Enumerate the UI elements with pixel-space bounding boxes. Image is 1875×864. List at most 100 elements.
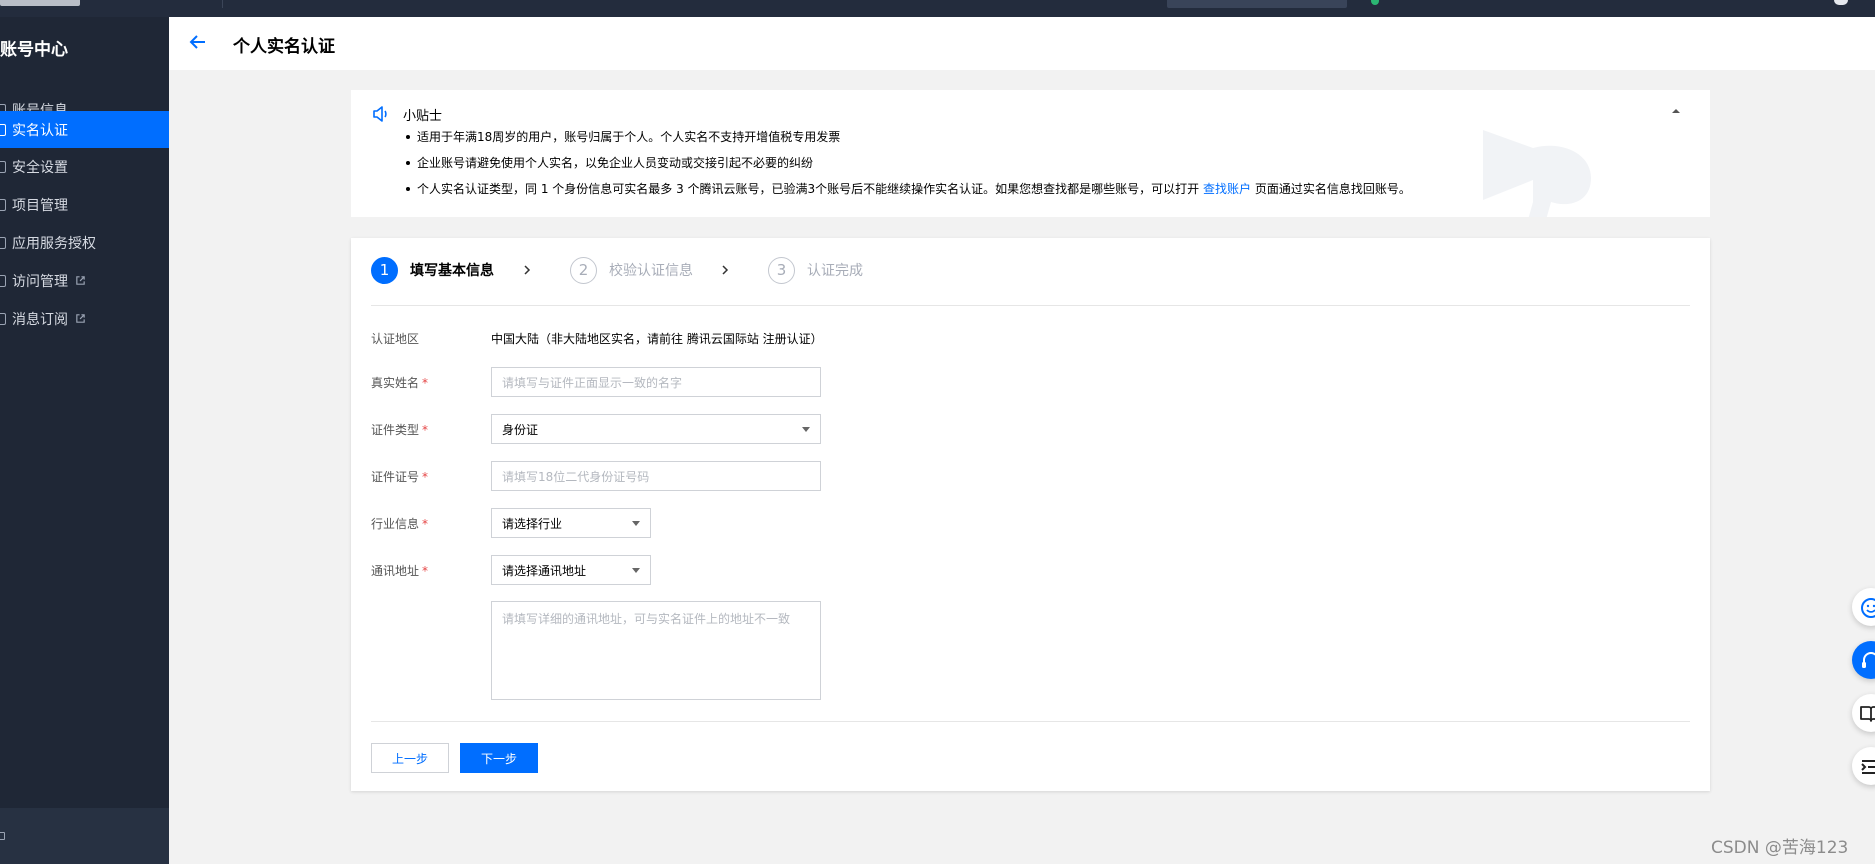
sidebar-item-app-authorization[interactable]: 应用服务授权: [0, 224, 169, 261]
folder-icon: [0, 198, 6, 211]
label-text: 证件类型: [371, 423, 420, 437]
label-text: 认证地区: [371, 332, 420, 346]
address-region-select[interactable]: 请选择通讯地址: [491, 555, 651, 585]
tips-title: 小贴士: [403, 109, 443, 124]
caret-down-icon: [632, 568, 640, 573]
collapse-up-icon[interactable]: [1670, 105, 1682, 117]
name-label: 真实姓名 *: [371, 374, 428, 391]
address-label: 通讯地址 *: [371, 562, 428, 579]
step-number: 2: [570, 256, 597, 284]
id-type-select[interactable]: 身份证: [491, 414, 821, 444]
headset-icon: [1862, 652, 1875, 668]
page-header: 个人实名认证: [169, 17, 1875, 70]
id-type-label: 证件类型 *: [371, 421, 428, 438]
step-label: 填写基本信息: [410, 263, 494, 279]
tips-panel: 小贴士 适用于年满18周岁的用户，账号归属于个人。个人实名不支持开增值税专用发票…: [351, 90, 1710, 217]
step-1: 1 填写基本信息: [371, 256, 494, 284]
tip-item: 企业账号请避免使用个人实名，以免企业人员变动或交接引起不必要的纠纷: [403, 156, 1411, 182]
required-mark: *: [422, 517, 429, 531]
menu-fab[interactable]: [1852, 747, 1875, 785]
chevron-right-icon: [524, 265, 531, 275]
label-text: 行业信息: [371, 517, 420, 531]
region-label: 认证地区: [371, 330, 419, 347]
step-label: 认证完成: [807, 263, 863, 279]
stepper: 1 填写基本信息 2 校验认证信息 3 认证完成: [371, 256, 1671, 284]
real-name-input[interactable]: 请填写与证件正面显示一致的名字: [491, 367, 821, 397]
tip-text: 个人实名认证类型，同 1 个身份信息可实名最多 3 个腾讯云账号，已验满3个账号…: [417, 182, 1200, 196]
feedback-fab[interactable]: [1852, 588, 1875, 626]
tips-list: 适用于年满18周岁的用户，账号归属于个人。个人实名不支持开增值税专用发票 企业账…: [403, 130, 1411, 208]
caret-down-icon: [632, 521, 640, 526]
external-link-icon: [76, 276, 85, 285]
sidebar-item-label: 项目管理: [12, 197, 68, 214]
next-step-button[interactable]: 下一步: [460, 743, 538, 773]
region-value: 中国大陆（非大陆地区实名，请前往 腾讯云国际站 注册认证）: [491, 332, 823, 346]
chevron-right-icon: [722, 265, 729, 275]
required-mark: *: [422, 423, 429, 437]
page-title: 个人实名认证: [233, 37, 335, 57]
label-text: 通讯地址: [371, 564, 420, 578]
smile-icon: [1861, 598, 1875, 618]
industry-label: 行业信息 *: [371, 515, 428, 532]
back-arrow-icon[interactable]: [187, 31, 209, 53]
sidebar-item-access-management[interactable]: 访问管理: [0, 262, 169, 299]
required-mark: *: [422, 564, 429, 578]
id-card-icon: [0, 123, 6, 136]
sidebar-item-label: 安全设置: [12, 159, 68, 176]
select-value: 请选择行业: [502, 516, 563, 531]
sidebar: 账号中心 账号信息 实名认证 安全设置 项目管理 应用服务授权 访问管理 消息订…: [0, 17, 169, 864]
step-label: 校验认证信息: [609, 263, 693, 279]
user-avatar[interactable]: [1834, 0, 1848, 5]
sidebar-item-label: 访问管理: [12, 273, 68, 290]
sidebar-item-label: 应用服务授权: [12, 235, 96, 252]
step-3: 3 认证完成: [768, 256, 863, 284]
sidebar-item-security[interactable]: 安全设置: [0, 148, 169, 185]
step-number: 1: [371, 256, 398, 284]
find-account-link[interactable]: 查找账户: [1203, 182, 1251, 196]
topbar-search-input[interactable]: [1167, 0, 1347, 8]
label-text: 真实姓名: [371, 376, 420, 390]
tip-item: 个人实名认证类型，同 1 个身份信息可实名最多 3 个腾讯云账号，已验满3个账号…: [403, 182, 1411, 208]
megaphone-watermark-icon: [1483, 130, 1591, 217]
select-value: 身份证: [502, 422, 539, 437]
brand-logo[interactable]: [0, 0, 80, 6]
industry-select[interactable]: 请选择行业: [491, 508, 651, 538]
tip-text: 页面通过实名信息找回账号。: [1254, 182, 1411, 196]
id-number-label: 证件证号 *: [371, 468, 428, 485]
step-number: 3: [768, 256, 795, 284]
customer-service-fab[interactable]: [1852, 641, 1875, 679]
divider: [371, 721, 1690, 722]
required-mark: *: [422, 376, 429, 390]
external-link-icon: [76, 314, 85, 323]
required-mark: *: [422, 470, 429, 484]
list-icon: [1861, 760, 1875, 774]
id-number-input[interactable]: 请填写18位二代身份证号码: [491, 461, 821, 491]
topbar-divider: [222, 0, 223, 8]
key-icon: [0, 274, 6, 287]
watermark-text: CSDN @苦海123: [1711, 838, 1849, 858]
sidebar-item-label: 消息订阅: [12, 311, 68, 328]
sidebar-item-real-name-auth[interactable]: 实名认证: [0, 111, 169, 148]
top-navbar: [0, 0, 1875, 17]
link-icon: [0, 236, 6, 249]
sidebar-item-projects[interactable]: 项目管理: [0, 186, 169, 223]
step-2: 2 校验认证信息: [570, 256, 693, 284]
prev-step-button[interactable]: 上一步: [371, 743, 449, 773]
select-value: 请选择通讯地址: [502, 563, 587, 578]
sidebar-title: 账号中心: [0, 40, 68, 60]
form-card: 1 填写基本信息 2 校验认证信息 3 认证完成 认证地区 中国大陆（非大陆地区…: [351, 238, 1710, 791]
sidebar-item-message-subscription[interactable]: 消息订阅: [0, 300, 169, 337]
label-text: 证件证号: [371, 470, 420, 484]
shield-icon: [0, 160, 6, 173]
caret-down-icon: [802, 427, 810, 432]
tip-item: 适用于年满18周岁的用户，账号归属于个人。个人实名不支持开增值税专用发票: [403, 130, 1411, 156]
address-detail-textarea[interactable]: 请填写详细的通讯地址，可与实名证件上的地址不一致: [491, 601, 821, 700]
docs-fab[interactable]: [1852, 694, 1875, 732]
collapse-icon: [0, 832, 5, 840]
sidebar-collapse-bar[interactable]: [0, 808, 169, 864]
status-dot-icon: [1371, 0, 1379, 5]
speaker-icon: [373, 106, 387, 122]
message-icon: [0, 312, 6, 325]
sidebar-item-label: 实名认证: [12, 122, 68, 139]
divider: [371, 305, 1690, 306]
